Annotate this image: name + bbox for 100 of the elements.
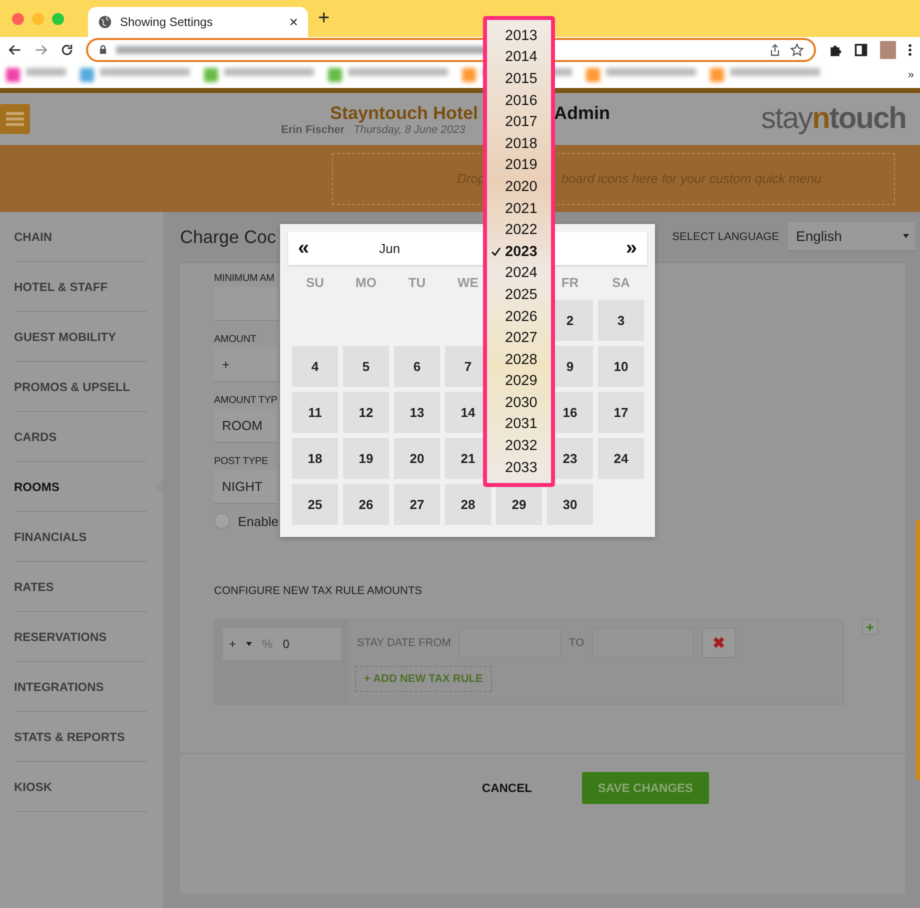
globe-icon <box>98 15 112 29</box>
field-label: STAY DATE FROM <box>357 637 451 649</box>
year-option[interactable]: 2020 <box>487 176 551 198</box>
caret-icon <box>246 642 252 646</box>
sidebar-item[interactable]: GUEST MOBILITY <box>0 312 163 362</box>
hamburger-icon <box>6 112 24 126</box>
day-button[interactable]: 27 <box>394 484 440 525</box>
page-title: Charge Coc <box>180 226 276 248</box>
field-label: AMOUNT TYP <box>214 394 278 408</box>
day-button[interactable]: 13 <box>394 392 440 433</box>
tab-close-button[interactable]: × <box>289 14 298 30</box>
year-option[interactable]: 2015 <box>487 68 551 90</box>
minimize-icon[interactable] <box>32 12 44 24</box>
weekday-label: SU <box>304 274 326 292</box>
sidebar-item[interactable]: KIOSK <box>0 762 163 812</box>
day-button[interactable]: 29 <box>496 484 542 525</box>
select-field[interactable]: NIGHT <box>214 470 278 504</box>
day-button[interactable]: 19 <box>343 438 389 479</box>
sidebar-item[interactable]: FINANCIALS <box>0 512 163 562</box>
field-label: MINIMUM AM <box>214 272 274 286</box>
check-icon <box>491 246 501 256</box>
forward-icon[interactable] <box>34 42 48 56</box>
next-button[interactable]: » <box>626 237 637 260</box>
weekday-label: MO <box>354 274 378 292</box>
back-icon[interactable] <box>8 42 22 56</box>
menu-button[interactable] <box>0 104 30 134</box>
sidebar-item[interactable]: INTEGRATIONS <box>0 662 163 712</box>
blurred-bookmark[interactable] <box>710 68 820 82</box>
close-window-icon[interactable] <box>12 12 24 24</box>
blurred-bookmark[interactable] <box>586 68 696 82</box>
puzzle-icon[interactable] <box>828 42 842 56</box>
day-button[interactable]: 28 <box>445 484 491 525</box>
blurred-bookmark[interactable] <box>6 68 66 82</box>
day-button[interactable]: 6 <box>394 346 440 387</box>
day-button[interactable]: 25 <box>292 484 338 525</box>
select-field[interactable]: ROOM <box>214 409 278 443</box>
weekday-label: SA <box>610 274 632 292</box>
year-option[interactable]: 2014 <box>487 46 551 68</box>
day-button[interactable]: 5 <box>343 346 389 387</box>
sidebar-item[interactable]: PROMOS & UPSELL <box>0 362 163 412</box>
language-label: SELECT LANGUAGE <box>672 231 779 243</box>
radio-button[interactable] <box>214 513 230 529</box>
new-tab-button[interactable]: + <box>318 7 330 30</box>
year-option[interactable]: 2018 <box>487 132 551 155</box>
sidebar-item[interactable]: CHAIN <box>0 212 163 262</box>
year-option[interactable]: 2019 <box>487 154 551 176</box>
day-button[interactable]: 4 <box>292 346 338 387</box>
weekday-label: FR <box>560 274 580 292</box>
current-date: Thursday, 8 June 2023 <box>354 124 466 136</box>
bookmarks-overflow-button[interactable]: » <box>908 69 914 81</box>
sidebar-icon[interactable] <box>854 42 868 56</box>
cancel-button[interactable]: CANCEL <box>476 780 538 796</box>
hotel-title: Stayntouch Hotel <box>330 102 478 124</box>
day-button[interactable]: 17 <box>598 392 644 433</box>
scrollbar[interactable] <box>916 520 920 780</box>
day-button[interactable]: 3 <box>598 300 644 341</box>
sidebar-item[interactable]: RESERVATIONS <box>0 612 163 662</box>
field-label: POST TYPE <box>214 454 268 468</box>
day-button[interactable]: 11 <box>292 392 338 433</box>
user-name: Erin Fischer <box>281 124 345 136</box>
blurred-bookmark[interactable] <box>80 68 190 82</box>
blurred-bookmark[interactable] <box>328 68 448 82</box>
blurred-bookmark[interactable] <box>204 68 314 82</box>
year-option[interactable]: 2017 <box>487 111 551 133</box>
year-option[interactable]: 2016 <box>487 90 551 112</box>
reload-icon[interactable] <box>60 42 74 56</box>
avatar-icon[interactable] <box>880 40 896 58</box>
day-button[interactable]: 12 <box>343 392 389 433</box>
input-field[interactable] <box>214 287 278 321</box>
select-field[interactable]: + <box>214 348 278 382</box>
year-option[interactable]: 2024 <box>487 262 551 284</box>
sidebar-item[interactable]: RATES <box>0 562 163 612</box>
previous-button[interactable]: « <box>298 237 310 260</box>
admin-title: Admin <box>554 102 610 124</box>
day-button[interactable]: 18 <box>292 438 338 479</box>
day-button[interactable]: 10 <box>598 346 644 387</box>
year-option[interactable]: 2023 <box>487 240 551 263</box>
maximize-icon[interactable] <box>52 12 64 24</box>
section-heading: CONFIGURE NEW TAX RULE AMOUNTS <box>214 585 424 597</box>
sidebar-item[interactable]: CARDS <box>0 412 163 462</box>
day-button[interactable]: 24 <box>598 438 644 479</box>
language-select[interactable]: English <box>788 222 915 252</box>
option-label: Enable <box>238 514 278 528</box>
weekday-label: TU <box>407 274 427 292</box>
day-button[interactable]: 20 <box>394 438 440 479</box>
year-option[interactable]: 2021 <box>487 198 551 220</box>
day-button[interactable]: 30 <box>547 484 593 525</box>
year-option[interactable]: 2013 <box>487 25 551 47</box>
day-button[interactable]: 26 <box>343 484 389 525</box>
share-icon[interactable] <box>768 42 782 56</box>
sidebar-item[interactable]: HOTEL & STAFF <box>0 262 163 312</box>
browser-tab[interactable]: Showing Settings × <box>88 7 308 37</box>
year-option[interactable]: 2022 <box>487 219 551 241</box>
amount-field[interactable]: + % 0 <box>223 628 341 660</box>
sidebar-item[interactable]: STATS & REPORTS <box>0 712 163 762</box>
weekday-label: WE <box>456 274 480 292</box>
field-label: AMOUNT <box>214 332 256 346</box>
star-icon[interactable] <box>790 42 804 56</box>
lock-icon <box>98 44 108 55</box>
menu-icon[interactable] <box>908 42 912 56</box>
